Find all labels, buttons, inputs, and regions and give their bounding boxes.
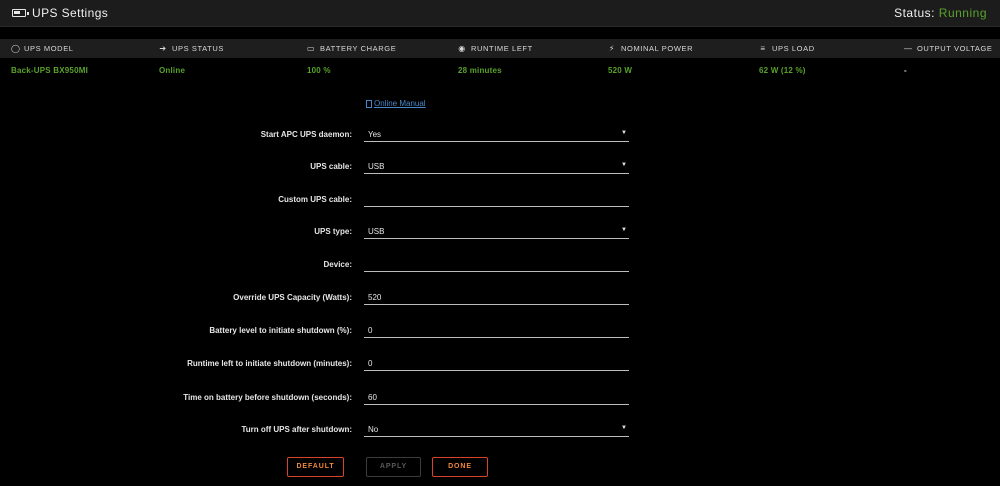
online-manual-link[interactable]: Online Manual [366, 99, 426, 108]
ups-cable-select[interactable]: USB ▼ [364, 158, 629, 174]
time-on-battery-input[interactable]: 60 [364, 389, 629, 405]
value-ups-status: Online [159, 66, 186, 75]
field-value: 60 [368, 393, 377, 402]
title-bar: UPS Settings Status: Running [0, 0, 1000, 27]
form-row-time-on-battery: Time on battery before shutdown (seconds… [0, 389, 1000, 413]
value-nominal-power: 520 W [608, 66, 633, 75]
service-status: Status: Running [894, 6, 987, 20]
shield-icon: ◯ [11, 43, 21, 53]
field-value: 0 [368, 359, 373, 368]
apply-button[interactable]: APPLY [366, 457, 421, 477]
turn-off-ups-select[interactable]: No ▼ [364, 421, 629, 437]
field-value: 0 [368, 326, 373, 335]
plug-icon: ➔ [159, 43, 167, 53]
override-capacity-input[interactable]: 520 [364, 289, 629, 305]
form-row-ups-type: UPS type: USB ▼ [0, 223, 1000, 247]
field-label: Battery level to initiate shutdown (%): [209, 326, 352, 335]
summary-values: Back-UPS BX950MI Online 100 % 28 minutes… [0, 66, 1000, 78]
header-label: UPS MODEL [24, 44, 74, 53]
field-value: 520 [368, 293, 382, 302]
form-row-custom-cable: Custom UPS cable: [0, 191, 1000, 215]
field-value: Yes [368, 130, 382, 139]
header-label: UPS STATUS [172, 44, 224, 53]
header-ups-status: ➔ UPS STATUS [159, 44, 224, 53]
header-ups-model: ◯ UPS MODEL [11, 44, 74, 53]
value-output-voltage: - [904, 66, 907, 75]
field-label: UPS cable: [310, 162, 352, 171]
value-runtime-left: 28 minutes [458, 66, 502, 75]
caret-down-icon: ▼ [621, 425, 627, 431]
document-icon [366, 99, 372, 108]
start-daemon-select[interactable]: Yes ▼ [364, 126, 629, 142]
header-output-voltage: — OUTPUT VOLTAGE [904, 44, 993, 53]
form-row-battery-level: Battery level to initiate shutdown (%): … [0, 322, 1000, 346]
form-row-turn-off-ups: Turn off UPS after shutdown: No ▼ [0, 421, 1000, 445]
minus-icon: — [904, 43, 913, 53]
battery-icon: ▭ [307, 43, 316, 53]
field-label: UPS type: [314, 227, 352, 236]
default-button[interactable]: DEFAULT [287, 457, 344, 477]
header-label: BATTERY CHARGE [320, 44, 397, 53]
form-row-override-capacity: Override UPS Capacity (Watts): 520 [0, 289, 1000, 313]
header-label: UPS LOAD [772, 44, 815, 53]
field-label: Start APC UPS daemon: [260, 130, 352, 139]
header-label: NOMINAL POWER [621, 44, 694, 53]
caret-down-icon: ▼ [621, 162, 627, 168]
value-ups-load: 62 W (12 %) [759, 66, 806, 75]
field-label: Custom UPS cable: [278, 195, 352, 204]
online-manual-label: Online Manual [374, 99, 426, 108]
caret-down-icon: ▼ [621, 227, 627, 233]
form-row-ups-cable: UPS cable: USB ▼ [0, 158, 1000, 182]
caret-down-icon: ▼ [621, 130, 627, 136]
field-label: Runtime left to initiate shutdown (minut… [187, 359, 352, 368]
header-label: RUNTIME LEFT [471, 44, 533, 53]
done-button[interactable]: DONE [432, 457, 488, 477]
status-label: Status: [894, 6, 935, 20]
value-battery-charge: 100 % [307, 66, 331, 75]
field-label: Time on battery before shutdown (seconds… [183, 393, 352, 402]
custom-cable-input[interactable] [364, 191, 629, 207]
bars-icon: ≡ [760, 43, 766, 53]
field-label: Override UPS Capacity (Watts): [233, 293, 352, 302]
battery-level-input[interactable]: 0 [364, 322, 629, 338]
field-value: USB [368, 162, 385, 171]
header-runtime-left: ◉ RUNTIME LEFT [458, 44, 533, 53]
field-label: Turn off UPS after shutdown: [241, 425, 352, 434]
header-battery-charge: ▭ BATTERY CHARGE [307, 44, 396, 53]
bolt-icon: ⚡ [608, 43, 616, 53]
battery-icon [12, 9, 29, 17]
header-nominal-power: ⚡ NOMINAL POWER [608, 44, 693, 53]
field-value: USB [368, 227, 385, 236]
field-label: Device: [323, 260, 352, 269]
header-label: OUTPUT VOLTAGE [917, 44, 993, 53]
status-value: Running [938, 6, 987, 20]
clock-icon: ◉ [458, 43, 466, 53]
field-value: No [368, 425, 379, 434]
value-ups-model: Back-UPS BX950MI [11, 66, 89, 75]
header-ups-load: ≡ UPS LOAD [759, 44, 815, 53]
runtime-left-input[interactable]: 0 [364, 355, 629, 371]
summary-header: ◯ UPS MODEL ➔ UPS STATUS ▭ BATTERY CHARG… [0, 39, 1000, 58]
form-row-start-daemon: Start APC UPS daemon: Yes ▼ [0, 126, 1000, 150]
page-title: UPS Settings [32, 6, 109, 20]
form-row-device: Device: [0, 256, 1000, 280]
ups-type-select[interactable]: USB ▼ [364, 223, 629, 239]
device-input[interactable] [364, 256, 629, 272]
form-row-runtime-left: Runtime left to initiate shutdown (minut… [0, 355, 1000, 379]
